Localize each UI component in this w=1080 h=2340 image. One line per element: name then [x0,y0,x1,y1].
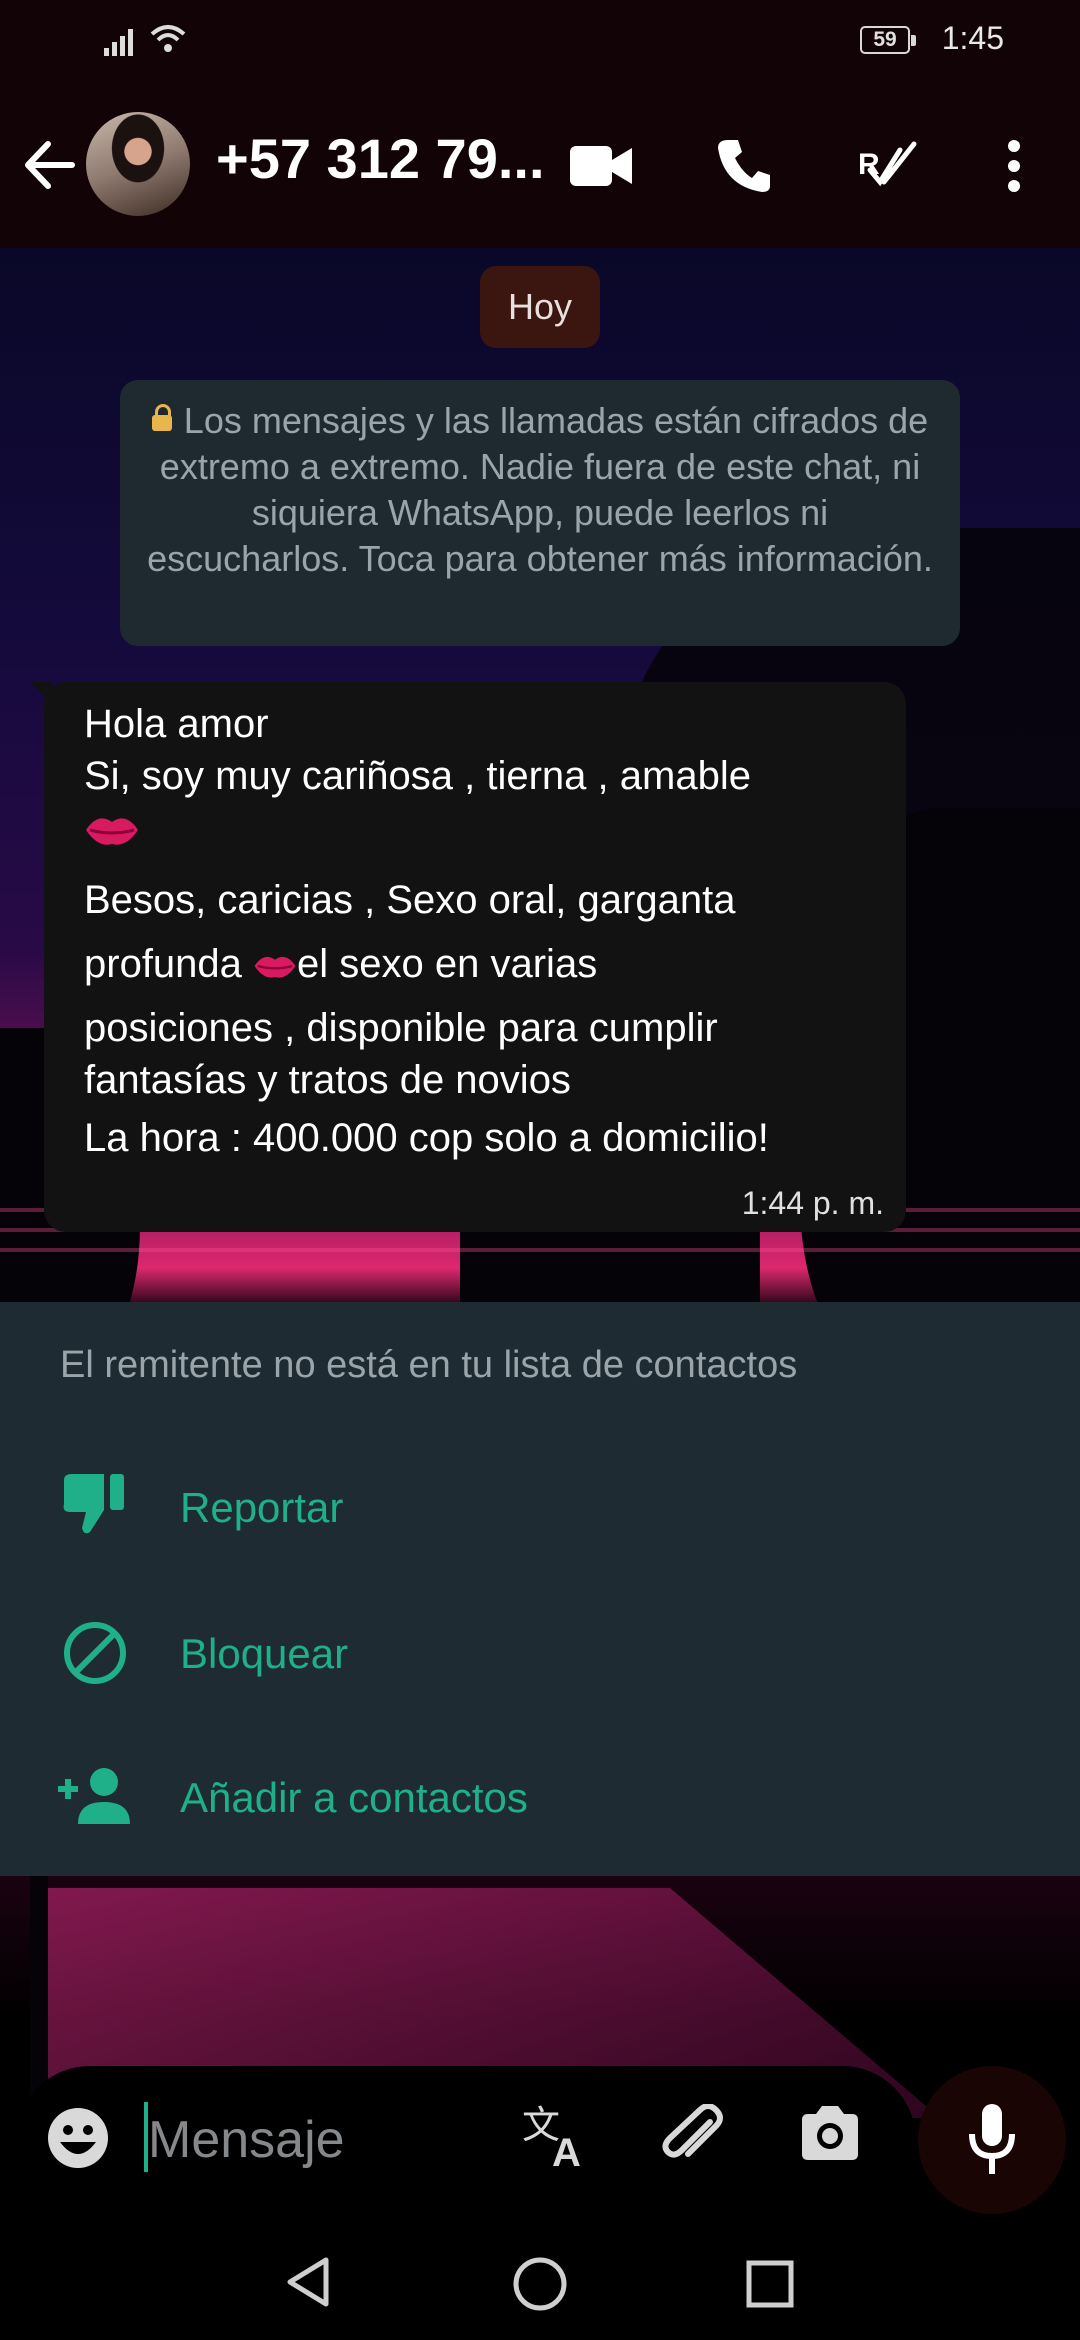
report-label: Reportar [180,1484,344,1531]
block-icon [64,1622,126,1684]
message-line [84,802,866,868]
nav-home-icon[interactable] [512,2256,568,2312]
translate-icon[interactable]: 文 A [522,2104,592,2168]
message-timestamp: 1:44 p. m. [741,1185,884,1221]
date-chip: Hoy [480,266,600,348]
report-action[interactable]: Reportar [0,1448,1080,1568]
message-line: posiciones , disponible para cumplir [84,1006,718,1050]
video-call-icon[interactable] [570,144,632,188]
attach-icon[interactable] [660,2104,726,2170]
kiss-emoji-icon [254,957,296,979]
svg-text:A: A [552,2131,581,2168]
battery-indicator: 59 [860,26,916,54]
status-bar: 59 1:45 [0,0,1080,82]
message-line: Besos, caricias , Sexo oral, garganta [84,878,736,922]
person-add-icon [58,1768,130,1824]
message-line: Si, soy muy cariñosa , tierna , amable [84,754,751,798]
block-action[interactable]: Bloquear [0,1592,1080,1712]
message-line: profunda el sexo en varias [84,942,598,986]
mic-button[interactable] [918,2066,1066,2214]
message-input[interactable]: Mensaje [148,2110,345,2170]
message-line: Hola amor [84,702,269,746]
incoming-message-bubble[interactable]: Hola amor Si, soy muy cariñosa , tierna … [30,682,906,1232]
contact-name[interactable]: +57 312 79... [216,126,545,191]
block-label: Bloquear [180,1630,349,1677]
lock-icon [151,404,172,431]
thumb-down-icon [63,1474,124,1534]
kiss-emoji-icon [86,818,138,846]
back-arrow-icon[interactable] [22,140,76,190]
nav-back-icon[interactable] [284,2256,332,2308]
more-options-icon[interactable] [1006,138,1022,194]
nav-recents-icon[interactable] [746,2260,794,2308]
contact-avatar[interactable] [86,112,190,216]
voice-call-icon[interactable] [716,136,772,194]
unknown-sender-title: El remitente no está en tu lista de cont… [60,1344,798,1386]
message-line: La hora : 400.000 cop solo a domicilio! [84,1116,769,1160]
message-line: fantasías y tratos de novios [84,1058,571,1102]
encryption-notice[interactable]: Los mensajes y las llamadas están cifrad… [120,380,960,646]
status-time: 1:45 [941,20,1004,56]
read-receipt-icon[interactable]: R [856,140,918,188]
encryption-notice-text: Los mensajes y las llamadas están cifrad… [147,400,933,579]
add-contact-label: Añadir a contactos [180,1774,528,1821]
emoji-icon[interactable] [46,2106,110,2170]
camera-icon[interactable] [798,2104,862,2162]
add-contact-action[interactable]: Añadir a contactos [0,1736,1080,1856]
signal-icon [104,29,133,56]
system-nav-bar [0,2220,1080,2340]
wifi-icon [150,25,186,52]
mic-icon [969,2104,1015,2174]
